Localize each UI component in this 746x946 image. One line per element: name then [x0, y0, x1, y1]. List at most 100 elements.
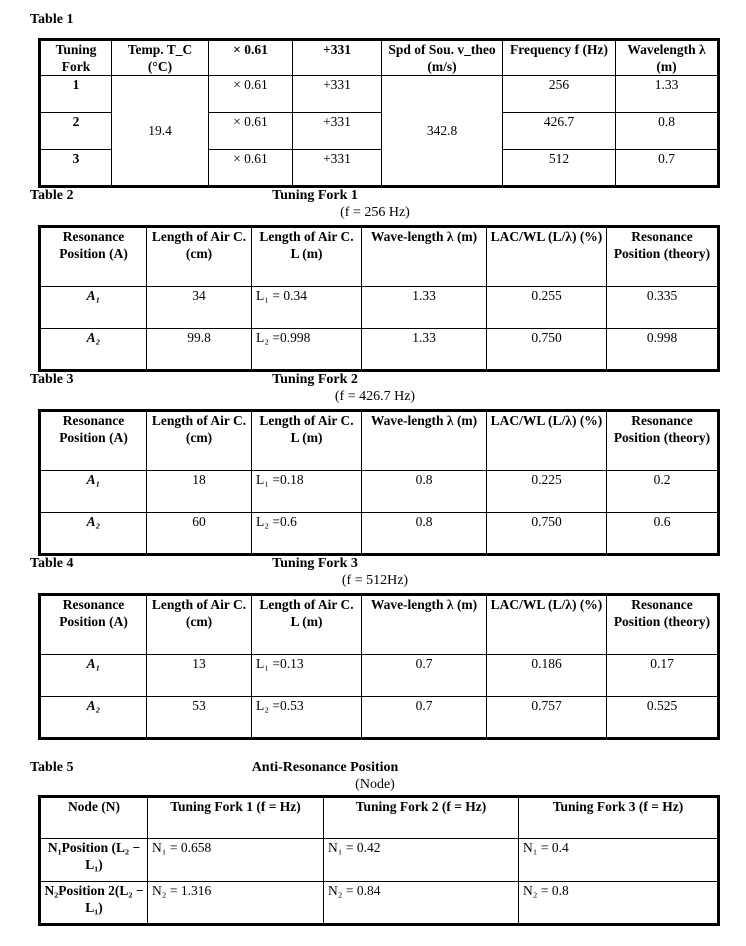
- header-cell: Wave-length λ (m): [361, 594, 487, 655]
- cell: L₂ =0.998: [251, 328, 362, 371]
- header-cell: Frequency f (Hz): [502, 39, 616, 76]
- cell: 3: [39, 149, 112, 187]
- table-row: A₁ 18 L₁ =0.18 0.8 0.225 0.2: [39, 470, 719, 513]
- header-cell: Tuning Fork 3 (f = Hz): [518, 796, 719, 839]
- cell: 0.255: [486, 286, 607, 329]
- cell: 0.225: [486, 470, 607, 513]
- cell: 0.757: [486, 696, 607, 739]
- header-cell: Spd of Sou. v_theo (m/s): [381, 39, 503, 76]
- cell: 2: [39, 112, 112, 150]
- table3-label: Table 3: [30, 372, 74, 387]
- header-cell: LAC/WL (L/λ) (%): [486, 410, 607, 471]
- table3: Resonance Position (A) Length of Air C. (…: [38, 409, 720, 556]
- cell: A₁: [39, 654, 147, 697]
- cell: 0.750: [486, 512, 607, 555]
- cell: N₂Position 2(L₂ − L₁): [39, 881, 148, 925]
- cell: 0.8: [615, 112, 719, 150]
- cell: 0.17: [606, 654, 719, 697]
- table2: Resonance Position (A) Length of Air C. (…: [38, 225, 720, 372]
- cell: 0.8: [361, 470, 487, 513]
- cell: 53: [146, 696, 252, 739]
- table4: Resonance Position (A) Length of Air C. (…: [38, 593, 720, 740]
- header-cell: × 0.61: [208, 39, 293, 76]
- cell: 1.33: [361, 286, 487, 329]
- cell: A₂: [39, 328, 147, 371]
- cell: 0.2: [606, 470, 719, 513]
- header-cell: Resonance Position (A): [39, 226, 147, 287]
- cell: +331: [292, 112, 382, 150]
- table1-label: Table 1: [30, 12, 74, 27]
- cell: N₂ = 0.8: [518, 881, 719, 925]
- cell: 0.8: [361, 512, 487, 555]
- table5-subtitle: (Node): [355, 777, 395, 792]
- cell: 512: [502, 149, 616, 187]
- cell: L₁ = 0.34: [251, 286, 362, 329]
- cell: 13: [146, 654, 252, 697]
- table5-label: Table 5: [30, 760, 74, 775]
- cell: 426.7: [502, 112, 616, 150]
- table-row: A₁ 34 L₁ = 0.34 1.33 0.255 0.335: [39, 286, 719, 329]
- cell: 0.525: [606, 696, 719, 739]
- table-1: Tuning Fork Temp. T_C (°C) × 0.61 +331 S…: [38, 38, 720, 188]
- cell: A₂: [39, 512, 147, 555]
- header-cell: Wave-length λ (m): [361, 226, 487, 287]
- table2-frequency: (f = 256 Hz): [340, 205, 410, 220]
- table4-frequency: (f = 512Hz): [341, 573, 409, 588]
- cell: 1: [39, 75, 112, 113]
- cell: 34: [146, 286, 252, 329]
- header-cell: Tuning Fork 2 (f = Hz): [323, 796, 519, 839]
- cell: 0.7: [361, 696, 487, 739]
- cell: 0.6: [606, 512, 719, 555]
- header-cell: Tuning Fork: [39, 39, 112, 76]
- cell: × 0.61: [208, 75, 293, 113]
- header-cell: +331: [292, 39, 382, 76]
- table-row: N₁Position (L₂ − L₁) N₁ = 0.658 N₁ = 0.4…: [39, 838, 719, 882]
- table-row: 1 19.4 × 0.61 +331 342.8 256 1.33: [39, 75, 719, 187]
- table3-frequency: (f = 426.7 Hz): [334, 389, 416, 404]
- table-row: N₂Position 2(L₂ − L₁) N₂ = 1.316 N₂ = 0.…: [39, 881, 719, 925]
- cell: A₁: [39, 286, 147, 329]
- table4-title: Tuning Fork 3: [272, 556, 358, 571]
- table-row: A₂ 60 L₂ =0.6 0.8 0.750 0.6: [39, 512, 719, 555]
- cell: L₂ =0.6: [251, 512, 362, 555]
- cell: N₁Position (L₂ − L₁): [39, 838, 148, 882]
- header-cell: LAC/WL (L/λ) (%): [486, 226, 607, 287]
- cell: 0.750: [486, 328, 607, 371]
- cell: 0.186: [486, 654, 607, 697]
- cell: 256: [502, 75, 616, 113]
- cell: N₂ = 0.84: [323, 881, 519, 925]
- cell: N₁ = 0.4: [518, 838, 719, 882]
- table3-title: Tuning Fork 2: [272, 372, 358, 387]
- header-cell: Tuning Fork 1 (f = Hz): [147, 796, 324, 839]
- cell: × 0.61: [208, 112, 293, 150]
- header-cell: Length of Air C. (cm): [146, 594, 252, 655]
- header-cell: Temp. T_C (°C): [111, 39, 209, 76]
- cell: N₂ = 1.316: [147, 881, 324, 925]
- table-row: A₂ 99.8 L₂ =0.998 1.33 0.750 0.998: [39, 328, 719, 371]
- cell: 18: [146, 470, 252, 513]
- header-cell: LAC/WL (L/λ) (%): [486, 594, 607, 655]
- header-cell: Node (N): [39, 796, 148, 839]
- cell: L₁ =0.13: [251, 654, 362, 697]
- temp-cell: 19.4: [111, 75, 209, 187]
- table-row: A₂ 53 L₂ =0.53 0.7 0.757 0.525: [39, 696, 719, 739]
- cell: L₂ =0.53: [251, 696, 362, 739]
- table-5: Node (N) Tuning Fork 1 (f = Hz) Tuning F…: [38, 795, 720, 926]
- table2-title: Tuning Fork 1: [272, 188, 358, 203]
- cell: +331: [292, 149, 382, 187]
- cell: A₂: [39, 696, 147, 739]
- speed-cell: 342.8: [381, 75, 503, 187]
- header-cell: Length of Air C. L (m): [251, 410, 362, 471]
- cell: 1.33: [361, 328, 487, 371]
- header-cell: Wave-length λ (m): [361, 410, 487, 471]
- table4-label: Table 4: [30, 556, 74, 571]
- cell: A₁: [39, 470, 147, 513]
- table-row: A₁ 13 L₁ =0.13 0.7 0.186 0.17: [39, 654, 719, 697]
- cell: 0.7: [615, 149, 719, 187]
- header-cell: Resonance Position (A): [39, 594, 147, 655]
- cell: N₁ = 0.658: [147, 838, 324, 882]
- header-cell: Wavelength λ (m): [615, 39, 719, 76]
- header-cell: Resonance Position (theory): [606, 226, 719, 287]
- header-cell: Resonance Position (theory): [606, 410, 719, 471]
- header-cell: Resonance Position (theory): [606, 594, 719, 655]
